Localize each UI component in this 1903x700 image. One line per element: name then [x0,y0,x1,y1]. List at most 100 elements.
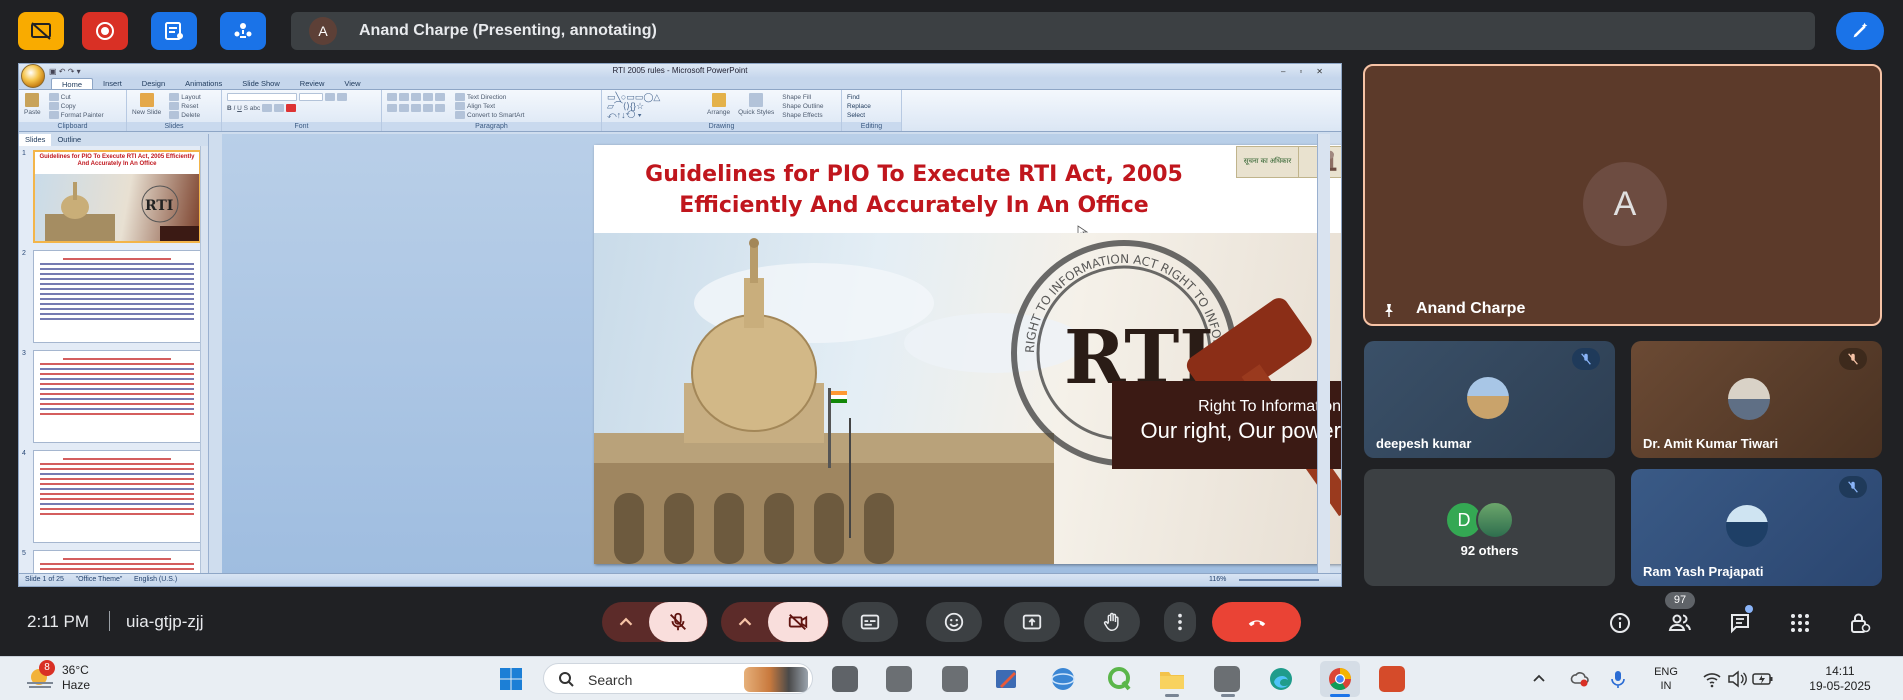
app-icon[interactable] [886,666,912,692]
activities-button[interactable] [1785,608,1815,638]
volume-icon[interactable] [1727,670,1747,688]
chat-button[interactable] [1725,608,1755,638]
closed-captions-icon [860,614,880,630]
copy-button[interactable]: Copy [48,102,104,111]
host-controls-button[interactable] [220,12,266,50]
meeting-details-button[interactable] [1605,608,1635,638]
taskbar-search[interactable]: Search [543,663,813,694]
editing-area-scrollbar[interactable] [1317,134,1330,574]
status-slide: Slide 1 of 25 [25,576,64,583]
notes-icon [165,22,183,40]
tab-slide-show[interactable]: Slide Show [232,78,290,89]
more-options-button[interactable] [1164,602,1196,642]
slide-thumbnail-5[interactable] [33,550,201,574]
current-slide[interactable]: Guidelines for PIO To Execute RTI Act, 2… [594,145,1341,564]
tab-home[interactable]: Home [51,78,94,89]
participant-tile[interactable]: Dr. Amit Kumar Tiwari [1631,341,1882,458]
recording-button[interactable] [82,12,128,50]
battery-icon[interactable] [1752,671,1774,687]
leave-call-button[interactable] [1212,602,1301,642]
reader-app-icon[interactable] [1379,666,1405,692]
tab-design[interactable]: Design [132,78,175,89]
reactions-button[interactable] [926,602,982,642]
align-text-button[interactable]: Align Text [455,102,524,111]
participant-tile[interactable]: Ram Yash Prajapati [1631,469,1882,586]
arrange-button[interactable]: Arrange [707,93,730,120]
window-controls[interactable]: –▫✕ [1281,65,1337,79]
format-painter-button[interactable]: Format Painter [48,111,104,120]
notes-button[interactable] [151,12,197,50]
mic-toggle-button[interactable] [649,602,707,642]
microphone-icon[interactable] [1610,669,1626,689]
weather-widget[interactable]: 8 36°C Haze [25,660,90,696]
shape-effects-button[interactable]: Shape Effects [782,111,823,120]
slide-thumbnail-2[interactable] [33,250,201,343]
host-controls-lock-button[interactable] [1845,608,1875,638]
shape-fill-button[interactable]: Shape Fill [782,93,823,102]
find-button[interactable]: Find [847,93,896,102]
top-bar: A Anand Charpe (Presenting, annotating) [0,0,1903,60]
chrome-browser-icon[interactable] [1327,666,1353,692]
start-button[interactable] [499,667,523,696]
present-now-button[interactable] [1004,602,1060,642]
ribbon-group-editing: Find Replace Select Editing [842,90,902,131]
camera-options-button[interactable] [722,602,768,642]
annotate-button[interactable] [1836,12,1884,50]
app-icon[interactable] [942,666,968,692]
language-indicator[interactable]: ENG IN [1648,665,1684,693]
tab-view[interactable]: View [334,78,370,89]
wifi-icon[interactable] [1702,670,1722,688]
stop-presenting-button[interactable] [18,12,64,50]
tab-slides[interactable]: Slides [19,134,52,146]
zoom-slider[interactable] [1239,579,1319,581]
font-format-buttons[interactable]: B I U S abc [227,104,376,113]
file-explorer-icon[interactable] [1158,666,1184,692]
status-language[interactable]: English (U.S.) [134,576,177,583]
cut-button[interactable]: Cut [48,93,104,102]
select-button[interactable]: Select [847,111,896,120]
quick-styles-button[interactable]: Quick Styles [738,93,774,120]
slide-thumbnail-1[interactable]: Guidelines for PIO To Execute RTI Act, 2… [33,150,201,243]
text-direction-button[interactable]: Text Direction [455,93,524,102]
slides-pane-scrollbar[interactable] [200,146,208,574]
quick-access-toolbar[interactable]: ▣ ↶ ↷ ▾ [49,65,81,79]
task-view-icon[interactable] [832,666,858,692]
system-clock[interactable]: 14:11 19-05-2025 [1800,664,1880,694]
paste-button[interactable]: Paste [24,93,41,120]
new-slide-button[interactable]: New Slide [132,93,161,120]
convert-smartart-button[interactable]: Convert to SmartArt [455,111,524,120]
tab-insert[interactable]: Insert [93,78,132,89]
layout-button[interactable]: Layout [169,93,201,102]
people-button[interactable] [1665,608,1695,638]
app-icon[interactable] [1106,666,1132,692]
app-icon[interactable] [1214,666,1240,692]
tab-review[interactable]: Review [290,78,335,89]
office-button-icon[interactable] [21,64,45,88]
raise-hand-button[interactable] [1084,602,1140,642]
tab-outline[interactable]: Outline [51,134,87,146]
replace-button[interactable]: Replace [847,102,896,111]
app-icon[interactable] [1050,666,1076,692]
cloud-sync-icon[interactable] [1570,669,1590,689]
shape-outline-button[interactable]: Shape Outline [782,102,823,111]
reset-button[interactable]: Reset [169,102,201,111]
thumb-number: 3 [22,350,26,357]
delete-button[interactable]: Delete [169,111,201,120]
mic-options-button[interactable] [603,602,649,642]
slide-thumbnail-4[interactable] [33,450,201,543]
tab-animations[interactable]: Animations [175,78,232,89]
people-icon [1668,614,1691,631]
edge-browser-icon[interactable] [1268,666,1294,692]
avatar: A [309,17,337,45]
participant-tile[interactable]: deepesh kumar [1364,341,1615,458]
zoom-level[interactable]: 116% [1209,574,1226,586]
camera-toggle-button[interactable] [768,602,828,642]
participant-tile-main[interactable]: A Anand Charpe [1363,64,1882,326]
captions-button[interactable] [842,602,898,642]
avatar: A [1583,162,1667,246]
shapes-gallery[interactable]: ▭╲○▭▭◯△ ▱⌒⟨⟩{}☆ ⤺↑↓⟲ ▾ [607,93,699,120]
others-tile[interactable]: D 92 others [1364,469,1615,586]
slide-thumbnail-3[interactable] [33,350,201,443]
whiteboard-icon[interactable] [994,666,1020,692]
chevron-up-icon[interactable] [1532,672,1546,684]
